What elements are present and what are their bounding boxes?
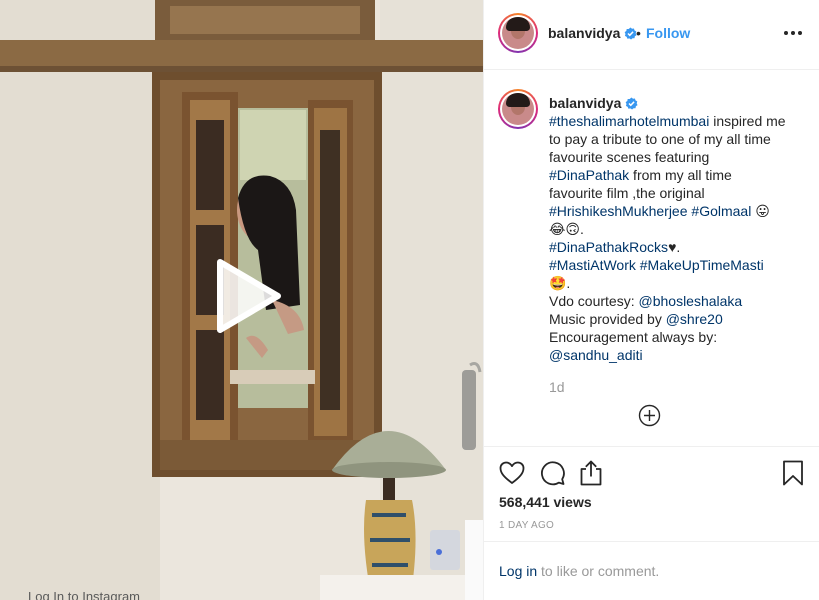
more-options-icon[interactable] [782,24,804,42]
post-sidebar: balanvidya • Follow balanvidya #theshali… [483,0,819,600]
hashtag-link[interactable]: #DinaPathak [549,167,629,183]
caption-line: Vdo courtesy: @bhosleshalaka [549,292,801,310]
hashtag-link[interactable]: #MakeUpTimeMasti [640,257,764,273]
caption-line: #theshalimarhotelmumbai inspired me [549,112,801,130]
caption-text-segment: Encouragement always by: [549,329,718,345]
caption-text-segment: Music provided by [549,311,666,327]
caption-text-segment: favourite film ,the original [549,185,705,201]
caption-timestamp: 1d [549,379,565,395]
caption-line: 😂🙃. [549,220,801,238]
username-text: balanvidya [549,95,622,111]
caption-text-segment: Vdo courtesy: [549,293,639,309]
mention-link[interactable]: @shre20 [666,311,723,327]
mention-link[interactable]: @sandhu_aditi [549,347,643,363]
avatar[interactable] [498,89,538,129]
caption-text-segment: 😛 [751,203,770,219]
hashtag-link[interactable]: #theshalimarhotelmumbai [549,113,709,129]
plus-circle-icon[interactable] [638,404,661,427]
caption-line: favourite scenes featuring [549,148,801,166]
login-prompt-text: Log in to like or comment. [499,563,659,579]
share-icon[interactable] [577,459,605,487]
username-text: balanvidya [548,25,621,41]
caption-line: 🤩. [549,274,801,292]
comments-section: balanvidya #theshalimarhotelmumbai inspi… [484,71,819,446]
post-timestamp: 1 DAY AGO [499,520,555,531]
follow-button[interactable]: Follow [646,25,690,41]
caption-line: #HrishikeshMukherjee #Golmaal 😛 [549,202,801,220]
verified-badge-icon [626,97,638,110]
login-prompt-suffix: to like or comment. [537,563,660,579]
caption-text-segment: inspired me [709,113,786,129]
post-video[interactable]: Log In to Instagram [0,0,483,600]
caption-line: Music provided by @shre20 [549,310,801,328]
follow-separator: • [636,25,641,41]
caption-text-segment: from my all time [629,167,732,183]
avatar[interactable] [498,13,538,53]
hashtag-link[interactable]: #MastiAtWork [549,257,636,273]
caption-text-segment: favourite scenes featuring [549,149,710,165]
caption-line: Encouragement always by: [549,328,801,346]
hashtag-link[interactable]: #Golmaal [691,203,751,219]
mention-link[interactable]: @bhosleshalaka [639,293,743,309]
login-prompt: Log in to like or comment. [484,541,819,600]
play-icon[interactable] [208,258,284,334]
caption-line: #MastiAtWork #MakeUpTimeMasti [549,256,801,274]
post-header: balanvidya • Follow [484,0,819,70]
media-overlay-caption: Log In to Instagram [28,589,141,600]
view-count[interactable]: 568,441 views [499,494,592,510]
post-caption: #theshalimarhotelmumbai inspired me to pa… [549,112,801,364]
action-bar: 568,441 views 1 DAY AGO [484,446,819,541]
caption-line: #DinaPathak from my all time [549,166,801,184]
caption-line: #DinaPathakRocks♥. [549,238,801,256]
caption-line: favourite film ,the original [549,184,801,202]
caption-text-segment: ♥. [668,239,681,255]
caption-line: to pay a tribute to one of my all time [549,130,801,148]
login-link[interactable]: Log in [499,563,537,579]
bookmark-icon[interactable] [779,459,807,487]
heart-icon[interactable] [498,459,526,487]
hashtag-link[interactable]: #HrishikeshMukherjee [549,203,688,219]
comment-icon[interactable] [538,459,566,487]
hashtag-link[interactable]: #DinaPathakRocks [549,239,668,255]
caption-text-segment: to pay a tribute to one of my all time [549,131,771,147]
caption-username-link[interactable]: balanvidya [549,95,638,111]
caption-text-segment: 😂🙃. [549,221,584,237]
header-username-link[interactable]: balanvidya [548,25,637,41]
caption-text-segment: 🤩. [549,275,571,291]
caption-line: @sandhu_aditi [549,346,801,364]
